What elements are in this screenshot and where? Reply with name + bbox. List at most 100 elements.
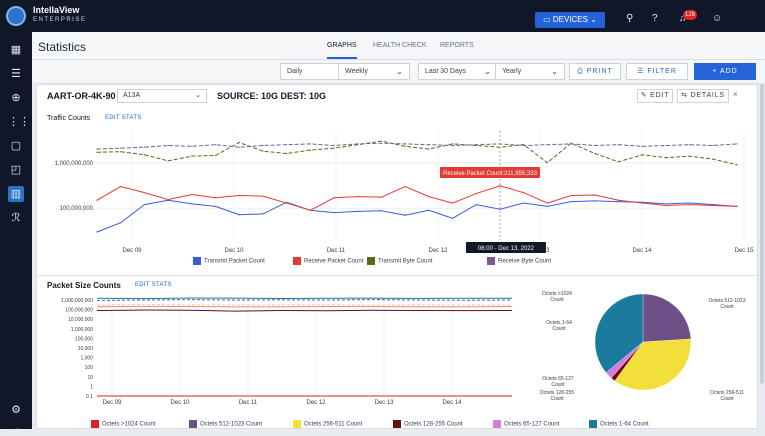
data-point (239, 214, 240, 215)
sidebar: ▦ ☰ ⊕ ⋮⋮ ▢ ◰ ▥ ℛ ⚙ → (0, 32, 32, 429)
x-tick-label: Dec 11 (239, 400, 258, 406)
y-tick-label: 100,000 (75, 336, 93, 342)
x-tick-label: Dec 15 (734, 248, 754, 254)
devices-icon[interactable]: ◰ (8, 162, 24, 178)
devices-label: DEVICES (553, 15, 588, 24)
data-point (144, 192, 145, 193)
pie-label: Count (550, 396, 564, 402)
packet-edit-stats[interactable]: EDIT STATS (135, 282, 172, 288)
data-point (476, 193, 477, 194)
data-point (96, 200, 97, 201)
data-point (405, 215, 406, 216)
series-line (97, 304, 512, 305)
data-point (144, 204, 145, 205)
data-point (523, 145, 524, 146)
help-icon[interactable]: ? (652, 13, 658, 24)
data-point (689, 204, 690, 205)
add-button[interactable]: + ADD (694, 63, 756, 80)
data-point (262, 145, 263, 146)
range-select[interactable]: Last 30 Days⌄ (418, 63, 498, 80)
data-point (594, 145, 595, 146)
tab-health-check[interactable]: HEALTH CHECK (373, 42, 427, 49)
data-point (357, 211, 358, 212)
legend-receive-packet: Receive Packet Count (293, 257, 363, 265)
data-point (357, 196, 358, 197)
data-point (689, 202, 690, 203)
data-point (239, 147, 240, 148)
edit-button[interactable]: ✎ EDIT (637, 89, 673, 103)
scrollbar[interactable] (760, 84, 764, 384)
data-point (381, 140, 382, 141)
data-point (452, 202, 453, 203)
data-point (286, 144, 287, 145)
details-button[interactable]: ⇆ DETAILS (677, 89, 729, 103)
series-line (97, 306, 512, 307)
data-point (499, 185, 500, 186)
app-logo-icon[interactable] (6, 6, 26, 26)
x-tick-label: Dec 10 (224, 248, 244, 254)
devices-button[interactable]: ▭ DEVICES ⌄ (535, 12, 605, 28)
list-icon[interactable]: ☰ (8, 66, 24, 82)
statistics-icon[interactable]: ▥ (8, 186, 24, 202)
brand-name: IntellaView (33, 5, 79, 15)
data-point (665, 205, 666, 206)
data-point (262, 213, 263, 214)
y-tick-label: 10,000 (78, 346, 94, 352)
stats-panel: AART-OR-4K-90 A13A⌄ SOURCE: 10G DEST: 10… (36, 84, 758, 429)
data-point (333, 145, 334, 146)
legend-oct-512: Octets 512-1023 Count (189, 420, 262, 428)
weekly-select[interactable]: Weekly⌄ (338, 63, 410, 80)
data-point (191, 203, 192, 204)
device-name: AART-OR-4K-90 (47, 91, 116, 101)
settings-icon[interactable]: ⚙ (8, 402, 24, 418)
x-tick-label: Dec 12 (306, 400, 326, 406)
y-tick-label: 10 (87, 375, 93, 381)
data-point (310, 143, 311, 144)
x-tick-label: Dec 11 (327, 248, 346, 254)
dashboard-icon[interactable]: ▦ (8, 42, 24, 58)
series-line (97, 186, 737, 211)
data-point (476, 204, 477, 205)
legend-oct-1024: Octets >1024 Count (91, 420, 156, 428)
tab-reports[interactable]: REPORTS (440, 42, 474, 49)
section-divider (37, 275, 757, 276)
x-tick-label: Dec 14 (632, 248, 652, 254)
user-icon[interactable]: ☺ (712, 13, 722, 24)
port-select[interactable]: A13A⌄ (117, 89, 207, 103)
data-point (120, 186, 121, 187)
data-point (239, 195, 240, 196)
traffic-edit-stats[interactable]: EDIT STATS (105, 115, 142, 121)
data-point (310, 150, 311, 151)
grid-icon[interactable]: ⋮⋮ (8, 114, 24, 130)
print-button[interactable]: ⎙ PRINT (569, 63, 621, 80)
data-point (523, 202, 524, 203)
y-tick-label: 100 (85, 365, 94, 371)
page-header: Statistics GRAPHS HEALTH CHECK REPORTS (32, 32, 765, 60)
tab-graphs[interactable]: GRAPHS (327, 42, 357, 59)
source-dest-label: SOURCE: 10G DEST: 10G (217, 91, 326, 101)
yearly-select[interactable]: Yearly⌄ (495, 63, 565, 80)
x-tick-label: Dec 12 (428, 248, 448, 254)
calendar-icon[interactable]: ▢ (8, 138, 24, 154)
data-point (665, 157, 666, 158)
data-point (191, 146, 192, 147)
data-point (191, 156, 192, 157)
y-tick-label: 100,000,000 (65, 308, 93, 314)
filter-button[interactable]: ☰ FILTER (626, 63, 688, 80)
data-point (405, 146, 406, 147)
data-point (594, 153, 595, 154)
data-point (262, 195, 263, 196)
legend-oct-128: Octets 128-255 Count (393, 420, 463, 428)
brand-sub: ENTERPRISE (33, 17, 86, 23)
y-tick-label: 1,000,000 (71, 327, 93, 333)
series-line (97, 310, 512, 311)
globe-icon[interactable]: ⊕ (8, 90, 24, 106)
legend-transmit-packet: Transmit Packet Count (193, 257, 265, 265)
network-icon[interactable]: ℛ (8, 210, 24, 226)
logout-icon[interactable]: → (8, 420, 24, 436)
series-line (97, 200, 737, 232)
search-icon[interactable]: ⚲ (626, 13, 633, 24)
close-icon[interactable]: × (733, 90, 738, 99)
data-point (357, 143, 358, 144)
data-point (594, 200, 595, 201)
